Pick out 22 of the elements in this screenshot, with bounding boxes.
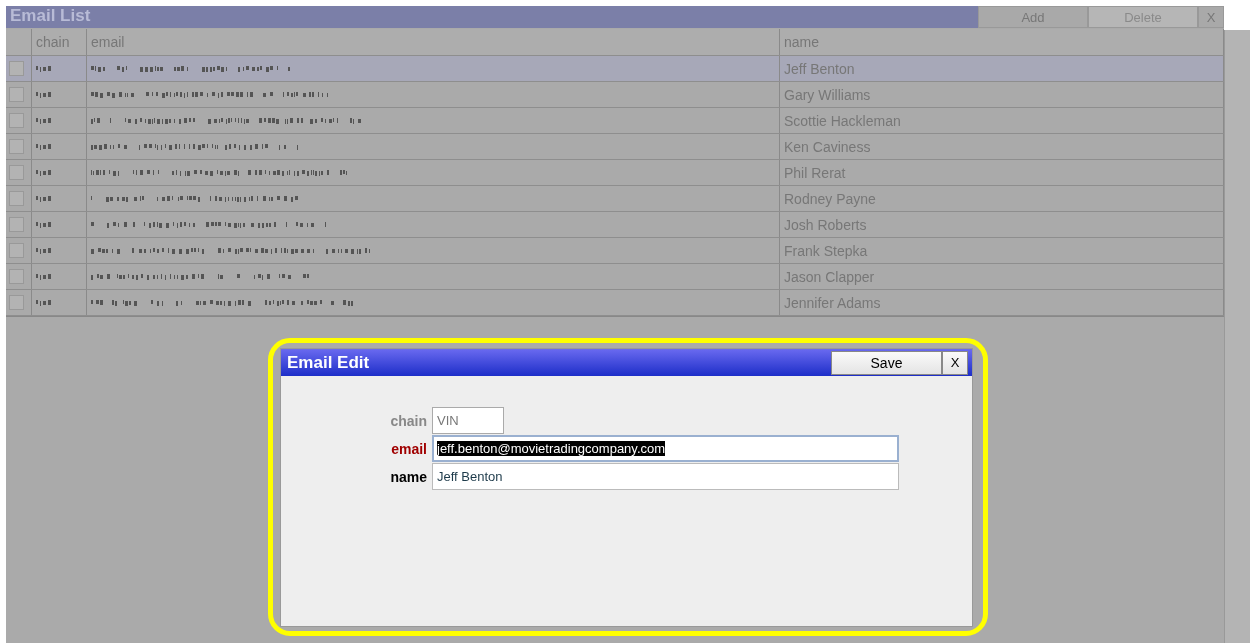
input-field[interactable]: jeff.benton@movietradingcompany.com bbox=[432, 435, 899, 462]
checkbox[interactable] bbox=[9, 217, 24, 232]
window-title: Email List bbox=[9, 6, 91, 27]
checkbox[interactable] bbox=[9, 295, 24, 310]
input-field[interactable]: VIN bbox=[432, 407, 504, 434]
input-field[interactable]: Jeff Benton bbox=[432, 463, 899, 490]
checkbox[interactable] bbox=[9, 191, 24, 206]
save-button[interactable]: Save bbox=[831, 350, 942, 375]
checkbox[interactable] bbox=[9, 113, 24, 128]
table-row[interactable]: Jeff Benton bbox=[6, 56, 1224, 82]
dialog-title: Email Edit bbox=[286, 352, 371, 373]
checkbox[interactable] bbox=[9, 139, 24, 154]
field-label: email bbox=[390, 440, 427, 457]
field-label: chain bbox=[389, 412, 427, 429]
checkbox[interactable] bbox=[9, 243, 24, 258]
field-label: name bbox=[389, 468, 427, 485]
close-button[interactable]: X bbox=[942, 350, 968, 375]
checkbox[interactable] bbox=[9, 165, 24, 180]
checkbox[interactable] bbox=[9, 269, 24, 284]
checkbox[interactable] bbox=[9, 61, 24, 76]
checkbox[interactable] bbox=[9, 87, 24, 102]
scrollbar[interactable] bbox=[1224, 30, 1250, 643]
